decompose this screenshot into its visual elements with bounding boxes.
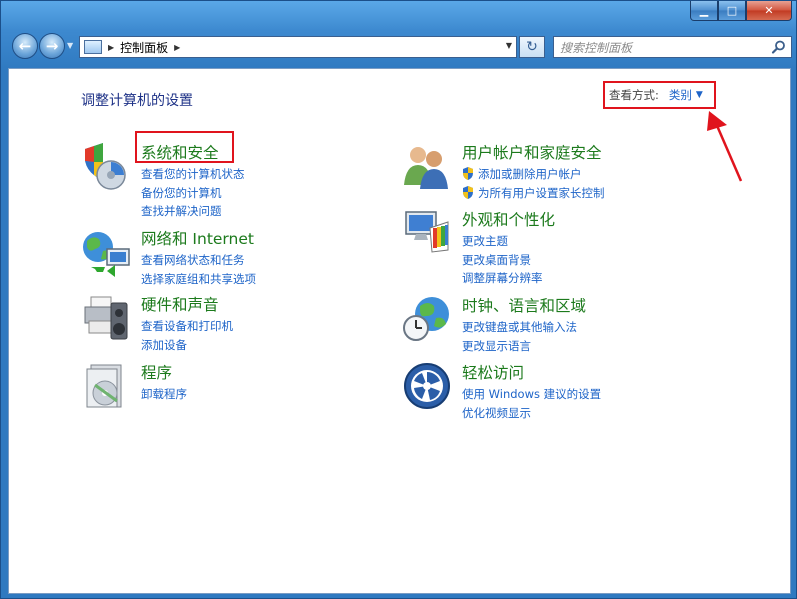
network-internet-icon[interactable]: [81, 227, 131, 277]
link-backup-computer[interactable]: 备份您的计算机: [141, 184, 245, 203]
link-homegroup-sharing[interactable]: 选择家庭组和共享选项: [141, 270, 256, 289]
chevron-down-icon[interactable]: ▼: [696, 90, 703, 100]
link-change-theme[interactable]: 更改主题: [462, 232, 543, 251]
link-windows-recommended-settings[interactable]: 使用 Windows 建议的设置: [462, 385, 601, 404]
link-troubleshoot[interactable]: 查找并解决问题: [141, 202, 245, 221]
link-optimize-display[interactable]: 优化视频显示: [462, 404, 601, 423]
back-button[interactable]: ←: [12, 33, 38, 59]
link-network-status[interactable]: 查看网络状态和任务: [141, 251, 256, 270]
category-title[interactable]: 网络和 Internet: [141, 227, 254, 249]
link-screen-resolution[interactable]: 调整屏幕分辨率: [462, 269, 543, 288]
link-change-background[interactable]: 更改桌面背景: [462, 251, 543, 270]
search-input[interactable]: 搜索控制面板: [553, 36, 792, 58]
uac-shield-icon: [463, 185, 473, 199]
category-title[interactable]: 程序: [141, 361, 172, 383]
breadcrumb-arrow-icon[interactable]: ▶: [174, 43, 180, 52]
address-bar[interactable]: ▶ 控制面板 ▶ ▼: [79, 36, 517, 58]
view-by-selector[interactable]: 查看方式: 类别 ▼: [603, 81, 716, 109]
breadcrumb-control-panel[interactable]: 控制面板: [120, 39, 168, 56]
view-by-value[interactable]: 类别: [669, 87, 692, 103]
link-change-display-language[interactable]: 更改显示语言: [462, 337, 577, 356]
programs-icon[interactable]: [81, 361, 131, 411]
hardware-sound-icon[interactable]: [81, 293, 131, 343]
close-button[interactable]: ✕: [746, 1, 792, 21]
link-devices-printers[interactable]: 查看设备和打印机: [141, 317, 233, 336]
user-accounts-icon[interactable]: [402, 141, 452, 191]
maximize-button[interactable]: □: [718, 1, 746, 21]
link-change-input-method[interactable]: 更改键盘或其他输入法: [462, 318, 577, 337]
ease-of-access-icon[interactable]: [402, 361, 452, 411]
breadcrumb-arrow-icon[interactable]: ▶: [108, 43, 114, 52]
minimize-button[interactable]: ▁: [690, 1, 718, 21]
category-title[interactable]: 时钟、语言和区域: [462, 294, 586, 316]
forward-button[interactable]: →: [39, 33, 65, 59]
link-parental-controls[interactable]: 为所有用户设置家长控制: [462, 184, 605, 203]
category-title[interactable]: 硬件和声音: [141, 293, 219, 315]
clock-language-icon[interactable]: [402, 294, 452, 344]
link-add-device[interactable]: 添加设备: [141, 336, 233, 355]
search-placeholder: 搜索控制面板: [560, 40, 633, 55]
search-icon[interactable]: [771, 39, 787, 55]
category-title[interactable]: 轻松访问: [462, 361, 524, 383]
navigation-bar: ← → ▼ ▶ 控制面板 ▶ ▼ ↻ 搜索控制面板: [1, 31, 796, 65]
link-uninstall-program[interactable]: 卸载程序: [141, 385, 187, 404]
view-by-label: 查看方式:: [609, 88, 659, 102]
category-title[interactable]: 用户帐户和家庭安全: [462, 141, 602, 163]
uac-shield-icon: [463, 167, 473, 180]
content-pane: 调整计算机的设置 查看方式: 类别 ▼ 系统和安全 查看您的计算机状态 备份您的…: [8, 68, 791, 594]
link-add-remove-accounts[interactable]: 添加或删除用户帐户: [462, 165, 605, 184]
system-security-icon[interactable]: [81, 141, 131, 191]
annotation-arrow: [707, 111, 743, 182]
title-bar[interactable]: ▁ □ ✕: [1, 1, 796, 27]
link-view-computer-status[interactable]: 查看您的计算机状态: [141, 165, 245, 184]
recent-pages-dropdown-icon[interactable]: ▼: [67, 41, 73, 50]
page-title: 调整计算机的设置: [81, 93, 193, 109]
window-controls: ▁ □ ✕: [690, 1, 792, 21]
appearance-icon[interactable]: [402, 208, 452, 258]
refresh-button[interactable]: ↻: [519, 36, 545, 58]
control-panel-icon: [84, 40, 102, 54]
address-dropdown-icon[interactable]: ▼: [506, 41, 512, 50]
category-title[interactable]: 外观和个性化: [462, 208, 555, 230]
category-title[interactable]: 系统和安全: [141, 141, 219, 163]
control-panel-window: ▁ □ ✕ ← → ▼ ▶ 控制面板 ▶ ▼ ↻ 搜索控制面板 调整计算机的设置…: [0, 0, 797, 599]
